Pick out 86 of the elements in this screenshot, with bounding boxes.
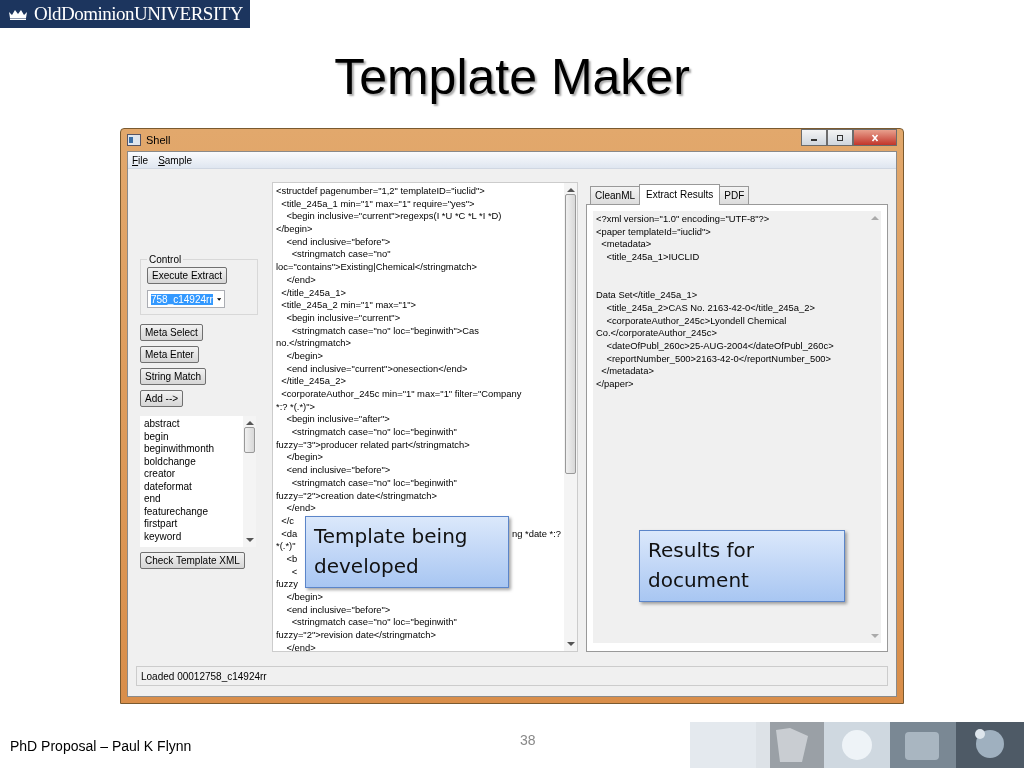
university-logo-text: OldDominionUNIVERSITY — [34, 3, 244, 25]
code-line: </title_245a_2> — [280, 375, 346, 388]
code-line: <end inclusive="current">onesection</end> — [285, 362, 468, 376]
list-item[interactable]: featurechange — [144, 505, 239, 518]
callout-box: Template being developed — [305, 516, 509, 588]
maximize-button[interactable] — [827, 129, 853, 146]
code-line: <stringmatch case="no" — [290, 248, 391, 262]
code-line: </begin> — [285, 349, 323, 363]
page-number: 38 — [520, 732, 536, 748]
code-line: <end inclusive="before"> — [285, 235, 391, 249]
code-line: <begin inclusive="after"> — [285, 413, 390, 427]
list-item[interactable]: begin — [144, 430, 239, 443]
code-line: fuzzy="2">creation date</stringmatch> — [276, 489, 437, 503]
code-line: </begin> — [276, 223, 313, 236]
list-item[interactable]: dateformat — [144, 480, 239, 493]
code-line: no.</stringmatch> — [276, 337, 352, 350]
list-item[interactable]: beginwithmonth — [144, 443, 239, 456]
close-button[interactable] — [853, 129, 897, 146]
menu-item[interactable]: Sample — [158, 154, 193, 166]
footer-author: PhD Proposal – Paul K Flynn — [10, 738, 192, 754]
code-line: <stringmatch case="no" loc="beginwith" — [290, 476, 457, 490]
app-icon — [127, 134, 141, 146]
list-item[interactable]: end — [144, 493, 239, 506]
scroll-thumb[interactable] — [565, 194, 576, 474]
scroll-down-icon[interactable] — [566, 642, 575, 647]
template-editor[interactable] — [272, 182, 578, 652]
tool-button[interactable]: Add --> — [140, 390, 184, 407]
code-line: < — [290, 565, 298, 579]
menu-item[interactable]: File — [132, 154, 149, 166]
list-item[interactable]: keyword — [144, 530, 239, 543]
list-item[interactable]: boldchange — [144, 455, 239, 468]
list-item[interactable]: creator — [144, 468, 239, 481]
code-line: <end inclusive="before"> — [285, 464, 391, 477]
status-text: Loaded 00012758_c14924rr — [141, 670, 267, 682]
code-line: <title_245a_1 min="1" max="1" require="yes"> — [280, 197, 475, 211]
tab[interactable]: Extract Results — [639, 184, 721, 205]
scrollbar[interactable] — [243, 416, 256, 547]
code-line: <stringmatch case="no" loc="beginwith">Cas — [290, 324, 479, 338]
code-line: </title_245a_1> — [280, 286, 346, 300]
code-line: <begin inclusive="current">regexps(I *U *C *L *I *D) — [285, 210, 502, 224]
code-line: <begin inclusive="current"> — [285, 311, 401, 325]
list-item[interactable]: abstract — [144, 418, 239, 431]
code-line: <corporateAuthor_245c min="1" max="1" filter="Company — [280, 388, 522, 401]
code-line: </end> — [285, 641, 316, 651]
code-line: *:? *(.*)"> — [276, 400, 316, 414]
code-line: </end> — [285, 273, 316, 287]
execute-extract-button[interactable]: Execute Extract — [147, 267, 228, 284]
group-label: Control — [148, 254, 183, 265]
code-line: <structdef pagenumber="1,2" templateID="iuclid"> — [276, 185, 485, 198]
code-line: <da — [280, 527, 298, 541]
tool-button[interactable]: Meta Select — [140, 324, 203, 341]
scrollbar[interactable] — [564, 183, 577, 651]
check-template-button[interactable]: Check Template XML — [140, 552, 245, 569]
tab[interactable]: PDF — [719, 186, 750, 204]
tool-button[interactable]: String Match — [140, 368, 207, 385]
code-line: loc="contains">Existing|Chemical</stringmatch> — [276, 261, 477, 274]
result-xml-text: <?xml version="1.0" encoding="UTF-8"?> <paper templateId="iuclid"> <metadata> <title_245a_1>IUCLID Data Set</title_245a_1> <title_245a_2>CAS No. 2163-42-0</title_245a_2> <corporateAuthor_245c>Lyondell Chemical Co.</corporateAuthor_245c> <dateOfPubl_260c>25-AUG-2004</dateOfPubl_260c> <reportNumber_500>2163-42-0</reportNumber_500> </metadata> </paper> — [595, 212, 835, 392]
code-line: ng *date *:? — [512, 527, 561, 541]
tab[interactable]: CleanML — [590, 186, 641, 204]
minimize-button[interactable] — [801, 129, 827, 146]
scroll-up-icon[interactable] — [245, 420, 254, 425]
code-line: <b — [285, 552, 298, 566]
code-line: </end> — [285, 502, 316, 515]
maximize-icon — [835, 133, 845, 142]
code-line: <title_245a_2 min="1" max="1"> — [280, 299, 416, 312]
list-item[interactable]: firstpart — [144, 518, 239, 531]
code-line: </begin> — [285, 451, 323, 465]
slide-title: Template Maker — [333, 48, 691, 107]
code-line: </begin> — [285, 591, 323, 604]
code-line: fuzzy — [276, 578, 298, 591]
callout-box: Results for document — [639, 530, 845, 602]
code-line: *(.*)" — [276, 540, 296, 553]
scroll-down-icon[interactable] — [245, 538, 254, 543]
scroll-up-icon[interactable] — [566, 187, 575, 192]
code-line: <end inclusive="before"> — [285, 603, 391, 617]
close-icon — [870, 133, 880, 142]
tool-button[interactable]: Meta Enter — [140, 346, 199, 363]
scroll-thumb[interactable] — [244, 427, 255, 453]
code-line: <stringmatch case="no" loc="beginwith" — [290, 616, 457, 630]
window-title: Shell — [146, 134, 171, 146]
code-line: fuzzy="3">producer related part</stringmatch> — [276, 438, 470, 452]
code-line: <stringmatch case="no" loc="beginwith" — [290, 426, 457, 439]
code-line: </c — [280, 514, 294, 528]
code-line: fuzzy="2">revision date</stringmatch> — [276, 629, 436, 642]
crown-icon — [8, 8, 28, 20]
caret-icon — [216, 296, 221, 302]
